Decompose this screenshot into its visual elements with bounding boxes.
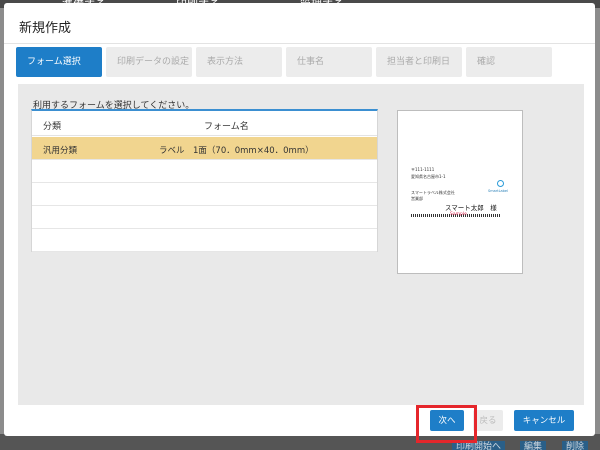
new-creation-dialog: 新規作成 フォーム選択 印刷データの設定 表示方法 仕事名 担当者と印刷日 確認…	[4, 3, 595, 443]
table-row[interactable]	[32, 183, 377, 206]
title-divider	[4, 43, 595, 44]
step-display-method[interactable]: 表示方法	[196, 47, 282, 77]
row-category: 汎用分類	[43, 146, 78, 156]
content-panel: 利用するフォームを選択してください。 分類 フォーム名 汎用分類 ラベル 1面（…	[18, 84, 584, 405]
preview-department: 営業部	[411, 196, 423, 201]
form-table: 分類 フォーム名 汎用分類 ラベル 1面（70．0mm×40．0mm）	[31, 109, 378, 252]
header-category: 分類	[43, 122, 62, 132]
bg-edit-button: 編集	[520, 441, 547, 450]
table-row[interactable]	[32, 229, 377, 252]
next-button-highlight	[416, 405, 477, 443]
step-assignee-date[interactable]: 担当者と印刷日	[376, 47, 462, 77]
back-button[interactable]: 戻る	[473, 410, 503, 431]
background-app-footer	[0, 434, 600, 450]
table-row[interactable]: 汎用分類 ラベル 1面（70．0mm×40．0mm）	[32, 137, 377, 160]
dialog-title: 新規作成	[19, 21, 72, 36]
table-row[interactable]	[32, 160, 377, 183]
label-preview: 〒111-1111 愛知県名古屋市1-1 スマートラベル株式会社 営業部 スマー…	[409, 167, 515, 217]
bg-delete-button: 削除	[562, 441, 589, 450]
preview-address: 愛知県名古屋市1-1	[411, 174, 446, 179]
step-confirm[interactable]: 確認	[466, 47, 552, 77]
step-job-name[interactable]: 仕事名	[286, 47, 372, 77]
sample-watermark: Sample	[450, 212, 467, 217]
preview-postal: 〒111-1111	[411, 167, 435, 172]
smartlabel-logo-icon	[497, 180, 504, 187]
step-print-data[interactable]: 印刷データの設定	[106, 47, 192, 77]
form-preview: 〒111-1111 愛知県名古屋市1-1 スマートラベル株式会社 営業部 スマー…	[397, 110, 523, 274]
table-row[interactable]	[32, 206, 377, 229]
preview-name: スマート太郎 様	[445, 204, 497, 212]
header-form-name: フォーム名	[204, 122, 249, 132]
table-header: 分類 フォーム名	[32, 111, 377, 136]
step-form-select[interactable]: フォーム選択	[16, 47, 102, 77]
cancel-button[interactable]: キャンセル	[514, 410, 574, 431]
logo-text: SmartLabel	[488, 189, 509, 193]
row-form-name: ラベル 1面（70．0mm×40．0mm）	[159, 146, 314, 156]
